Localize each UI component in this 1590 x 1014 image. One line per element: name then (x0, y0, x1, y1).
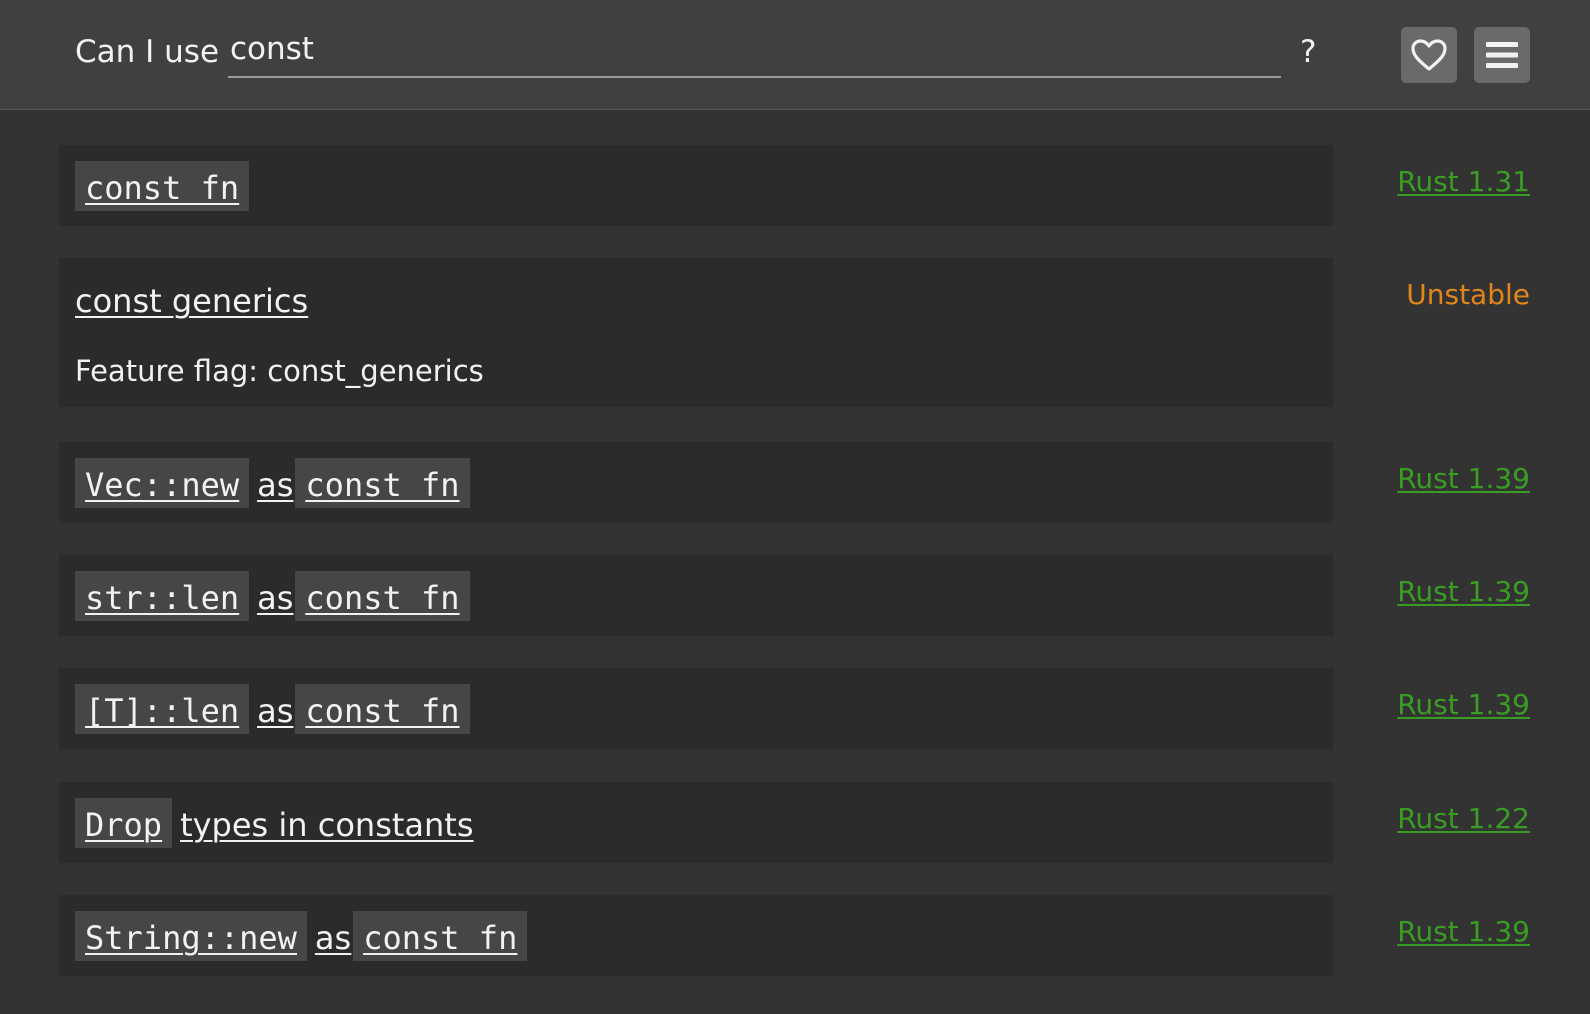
version-link[interactable]: Rust 1.39 (1397, 915, 1530, 948)
version-link[interactable]: Rust 1.39 (1397, 688, 1530, 721)
feature-card: const fn (59, 145, 1333, 226)
menu-button[interactable] (1474, 27, 1530, 83)
code-chip: [T]::len (75, 684, 250, 734)
feature-card: str::len as const fn (59, 555, 1333, 636)
feature-title-link[interactable]: const fn (75, 161, 250, 211)
code-chip: Vec::new (75, 458, 250, 508)
version-link[interactable]: Rust 1.31 (1397, 165, 1530, 198)
feature-title-text: as (314, 919, 352, 957)
code-chip: String::new (75, 911, 307, 961)
feature-title-text: const generics (75, 282, 309, 320)
feature-title-link[interactable]: Vec::new as const fn (75, 458, 470, 508)
feature-title-link[interactable]: [T]::len as const fn (75, 684, 470, 734)
app-title: Can I use (75, 34, 220, 70)
feature-title-link[interactable]: str::len as const fn (75, 571, 470, 621)
code-chip: const fn (295, 458, 470, 508)
favorites-button[interactable] (1401, 27, 1457, 83)
heart-icon (1411, 39, 1447, 71)
code-chip: const fn (295, 684, 470, 734)
feature-title-link[interactable]: String::new as const fn (75, 911, 528, 961)
code-chip: const fn (353, 911, 528, 961)
feature-card: const generics Feature flag: const_generi… (59, 258, 1333, 407)
feature-flag-text: Feature flag: const_generics (75, 354, 484, 388)
unstable-badge: Unstable (1406, 278, 1530, 311)
search-input[interactable] (228, 28, 1281, 78)
top-bar: Can I use ? (0, 0, 1590, 110)
version-link[interactable]: Rust 1.22 (1397, 802, 1530, 835)
feature-title-text: as (257, 466, 294, 504)
hamburger-menu-icon (1486, 42, 1518, 68)
version-link[interactable]: Rust 1.39 (1397, 575, 1530, 608)
version-link[interactable]: Rust 1.39 (1397, 462, 1530, 495)
feature-card: Vec::new as const fn (59, 442, 1333, 523)
feature-title-text: types in constants (180, 806, 474, 844)
feature-title-text: as (257, 579, 294, 617)
feature-card: Drop types in constants (59, 782, 1333, 863)
feature-card: String::new as const fn (59, 895, 1333, 976)
feature-title-link[interactable]: const generics (75, 274, 310, 324)
feature-card: [T]::len as const fn (59, 668, 1333, 749)
feature-title-text: as (257, 692, 294, 730)
code-chip: const fn (75, 161, 250, 211)
code-chip: str::len (75, 571, 250, 621)
feature-title-link[interactable]: Drop types in constants (75, 798, 476, 848)
help-link[interactable]: ? (1300, 34, 1316, 70)
code-chip: Drop (75, 798, 173, 848)
code-chip: const fn (295, 571, 470, 621)
